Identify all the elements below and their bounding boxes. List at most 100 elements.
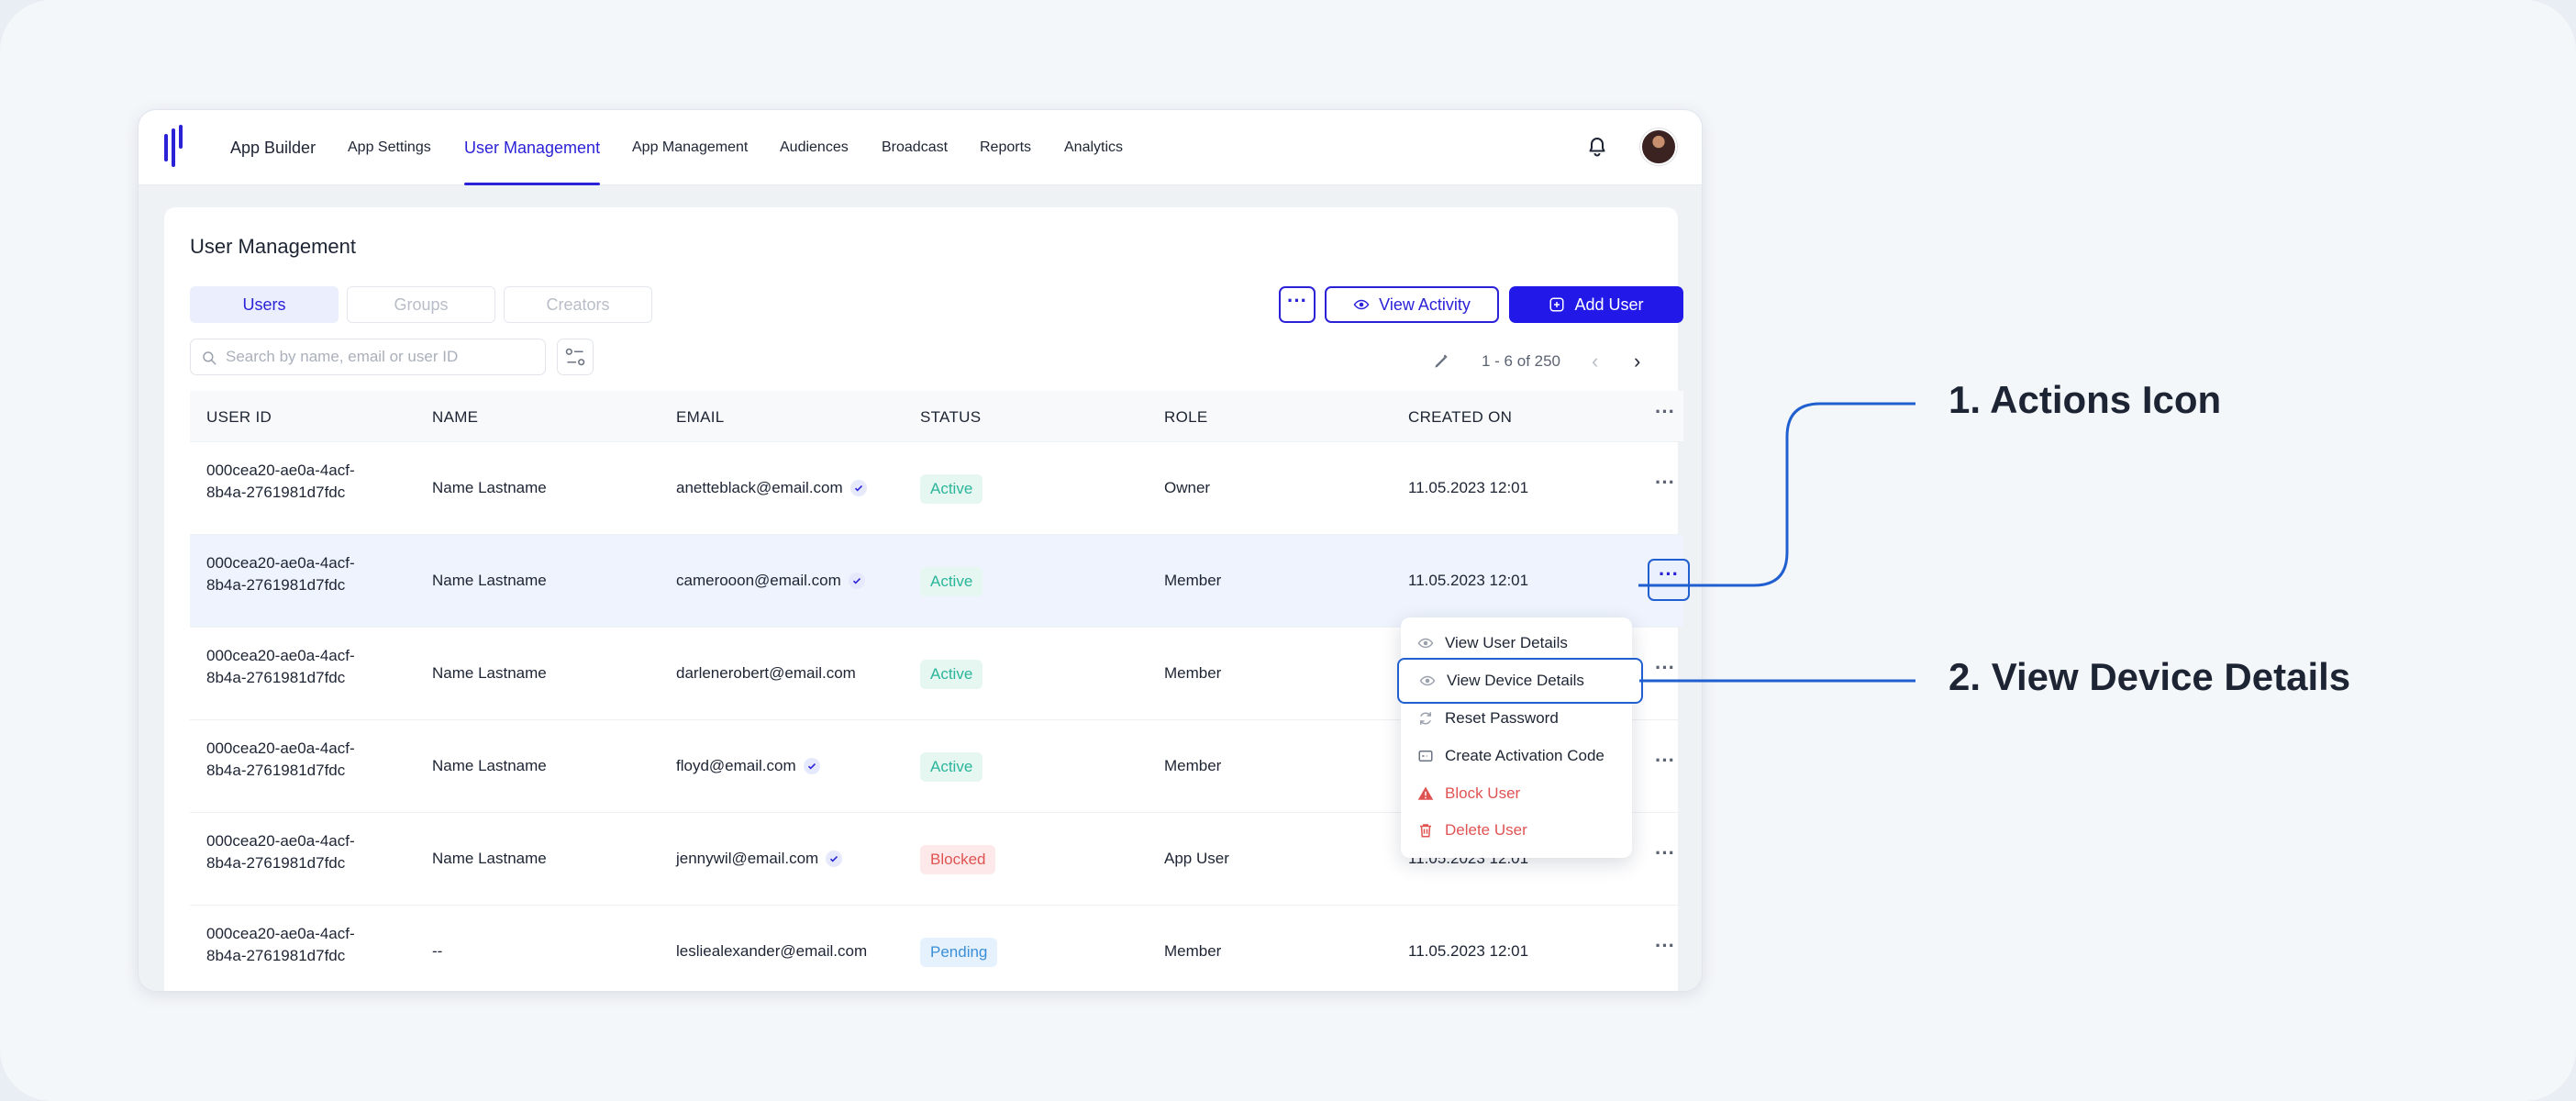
cell-role: Member bbox=[1164, 664, 1222, 682]
table-row: 000cea20-ae0a-4acf-8b4a-2761981d7fdc -- … bbox=[190, 906, 1683, 991]
row-actions-icon-open[interactable]: ··· bbox=[1648, 559, 1690, 601]
next-page-icon[interactable]: › bbox=[1634, 350, 1640, 373]
row-actions-icon[interactable]: ··· bbox=[1652, 751, 1678, 777]
menu-item-view-device-details[interactable]: View Device Details bbox=[1397, 658, 1643, 704]
status-badge: Pending bbox=[920, 938, 998, 967]
column-header-email[interactable]: EMAIL bbox=[676, 408, 725, 427]
verified-icon bbox=[803, 758, 820, 774]
cell-role: App User bbox=[1164, 850, 1229, 867]
callout-view-device-details: 2. View Device Details bbox=[1949, 655, 2351, 698]
nav-audiences[interactable]: Audiences bbox=[780, 110, 849, 185]
previous-page-icon[interactable]: ‹ bbox=[1592, 350, 1598, 373]
column-header-user-id[interactable]: USER ID bbox=[206, 408, 272, 427]
row-actions-icon[interactable]: ··· bbox=[1652, 843, 1678, 870]
row-actions-icon[interactable]: ··· bbox=[1652, 473, 1678, 499]
cell-user-id: 000cea20-ae0a-4acf-8b4a-2761981d7fdc bbox=[206, 462, 355, 501]
email-text: darlenerobert@email.com bbox=[676, 664, 856, 682]
column-header-role[interactable]: ROLE bbox=[1164, 408, 1208, 427]
pagination-range: 1 - 6 of 250 bbox=[1482, 352, 1561, 370]
status-badge: Active bbox=[920, 660, 983, 689]
menu-item-label: Delete User bbox=[1445, 821, 1527, 839]
nav-analytics[interactable]: Analytics bbox=[1064, 110, 1123, 185]
tab-users[interactable]: Users bbox=[190, 286, 339, 323]
column-header-status[interactable]: STATUS bbox=[920, 408, 981, 427]
nav-app-settings[interactable]: App Settings bbox=[348, 110, 431, 185]
app-logo bbox=[164, 125, 188, 167]
status-badge: Active bbox=[920, 474, 983, 504]
bell-icon[interactable] bbox=[1586, 136, 1608, 158]
menu-item-create-activation-code[interactable]: Create Activation Code bbox=[1401, 738, 1632, 774]
view-activity-button[interactable]: View Activity bbox=[1325, 286, 1499, 323]
refresh-icon bbox=[1420, 712, 1431, 725]
menu-item-label: Block User bbox=[1445, 784, 1521, 802]
cell-email: jennywil@email.com bbox=[676, 850, 843, 868]
eye-icon bbox=[1419, 675, 1436, 686]
row-actions-icon[interactable]: ··· bbox=[1652, 658, 1678, 684]
menu-item-label: Reset Password bbox=[1445, 709, 1559, 727]
status-badge: Active bbox=[920, 567, 983, 596]
menu-item-view-user-details[interactable]: View User Details bbox=[1401, 625, 1632, 662]
edit-columns-icon[interactable] bbox=[1432, 352, 1450, 371]
menu-item-delete-user[interactable]: Delete User bbox=[1401, 812, 1632, 849]
menu-item-block-user[interactable]: Block User bbox=[1401, 775, 1632, 812]
top-navigation: App Builder App Settings User Management… bbox=[139, 110, 1702, 185]
table-row: 000cea20-ae0a-4acf-8b4a-2761981d7fdc Nam… bbox=[190, 442, 1683, 535]
more-actions-button[interactable]: ··· bbox=[1279, 286, 1316, 323]
app-window: App Builder App Settings User Management… bbox=[138, 109, 1703, 992]
cell-created-on: 11.05.2023 12:01 bbox=[1408, 479, 1529, 496]
header-actions-icon[interactable]: ··· bbox=[1652, 400, 1678, 424]
menu-item-label: View Device Details bbox=[1447, 672, 1584, 689]
eye-icon bbox=[1417, 638, 1434, 649]
table-header: USER ID NAME EMAIL STATUS ROLE CREATED O… bbox=[190, 391, 1683, 442]
plus-square-icon bbox=[1549, 297, 1564, 312]
nav-user-management[interactable]: User Management bbox=[464, 110, 601, 185]
cell-role: Member bbox=[1164, 942, 1222, 960]
nav-reports[interactable]: Reports bbox=[980, 110, 1031, 185]
filter-button[interactable] bbox=[557, 339, 594, 375]
cell-user-id: 000cea20-ae0a-4acf-8b4a-2761981d7fdc bbox=[206, 925, 355, 964]
filter-icon bbox=[565, 348, 585, 366]
nav-app-management[interactable]: App Management bbox=[632, 110, 748, 185]
tab-creators[interactable]: Creators bbox=[504, 286, 652, 323]
row-actions-icon[interactable]: ··· bbox=[1652, 936, 1678, 962]
user-avatar[interactable] bbox=[1640, 128, 1677, 165]
cell-name: Name Lastname bbox=[432, 664, 547, 682]
tab-groups[interactable]: Groups bbox=[347, 286, 495, 323]
cell-email: darlenerobert@email.com bbox=[676, 664, 856, 683]
view-activity-label: View Activity bbox=[1379, 295, 1471, 314]
cell-name: Name Lastname bbox=[432, 850, 547, 867]
email-text: jennywil@email.com bbox=[676, 850, 819, 867]
status-badge: Active bbox=[920, 752, 983, 782]
cell-role: Owner bbox=[1164, 479, 1211, 496]
cell-user-id: 000cea20-ae0a-4acf-8b4a-2761981d7fdc bbox=[206, 740, 355, 779]
page-title: User Management bbox=[190, 235, 356, 258]
column-header-name[interactable]: NAME bbox=[432, 408, 478, 427]
search-input[interactable] bbox=[190, 339, 546, 375]
nav-app-builder[interactable]: App Builder bbox=[230, 110, 316, 185]
menu-item-reset-password[interactable]: Reset Password bbox=[1401, 700, 1632, 737]
trash-icon bbox=[1420, 824, 1431, 838]
cell-created-on: 11.05.2023 12:01 bbox=[1408, 942, 1529, 960]
cell-email: lesliealexander@email.com bbox=[676, 942, 867, 961]
nav-broadcast[interactable]: Broadcast bbox=[882, 110, 948, 185]
add-user-button[interactable]: Add User bbox=[1509, 286, 1683, 323]
add-user-label: Add User bbox=[1574, 295, 1644, 314]
cell-created-on: 11.05.2023 12:01 bbox=[1408, 572, 1529, 589]
callout-actions-icon: 1. Actions Icon bbox=[1949, 378, 2222, 421]
column-header-created-on[interactable]: CREATED ON bbox=[1408, 408, 1512, 427]
cell-name: Name Lastname bbox=[432, 572, 547, 589]
search-icon bbox=[203, 351, 217, 365]
cell-user-id: 000cea20-ae0a-4acf-8b4a-2761981d7fdc bbox=[206, 554, 355, 594]
cell-name: Name Lastname bbox=[432, 757, 547, 774]
verified-icon bbox=[849, 480, 867, 496]
cell-email: anetteblack@email.com bbox=[676, 479, 867, 497]
verified-icon bbox=[826, 851, 843, 867]
table-row: 000cea20-ae0a-4acf-8b4a-2761981d7fdc Nam… bbox=[190, 535, 1690, 628]
cell-role: Member bbox=[1164, 757, 1222, 774]
cell-name: Name Lastname bbox=[432, 479, 547, 496]
status-badge: Blocked bbox=[920, 845, 996, 874]
menu-item-label: Create Activation Code bbox=[1445, 747, 1604, 764]
verified-icon bbox=[848, 573, 865, 589]
cell-name: -- bbox=[432, 942, 443, 960]
cell-role: Member bbox=[1164, 572, 1222, 589]
